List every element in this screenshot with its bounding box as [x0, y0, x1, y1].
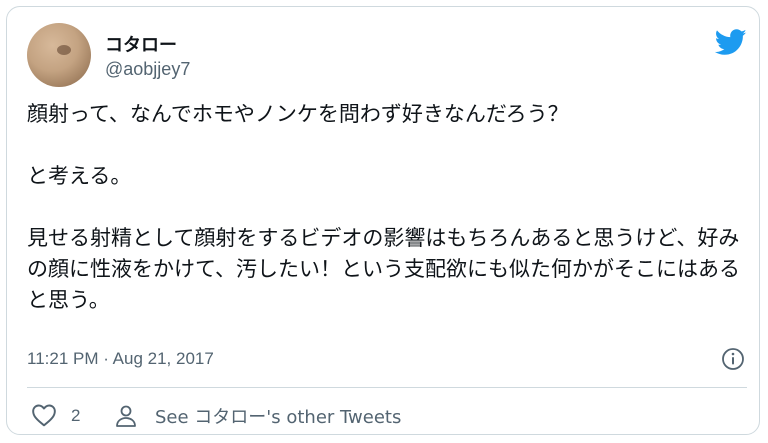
avatar-navel-shade — [57, 45, 71, 55]
avatar[interactable] — [27, 23, 91, 87]
tweet-text: 顔射って、なんでホモやノンケを問わず好きなんだろう？ と考える。 見せる射精とし… — [27, 99, 747, 316]
info-icon[interactable] — [721, 347, 745, 371]
tweet-card: コタロー @aobjjey7 顔射って、なんでホモやノンケを問わず好きなんだろう… — [6, 6, 760, 435]
divider — [27, 387, 747, 388]
heart-icon[interactable] — [31, 403, 57, 427]
tweet-paragraph-1: 顔射って、なんでホモやノンケを問わず好きなんだろう？ — [27, 102, 569, 126]
author-display-name[interactable]: コタロー — [105, 31, 177, 57]
tweet-paragraph-3: 見せる射精として顔射をするビデオの影響はもちろんあると思うけど、好みの顔に性液を… — [27, 226, 740, 312]
see-other-tweets-link[interactable]: See コタロー's other Tweets — [115, 402, 401, 430]
twitter-bird-icon[interactable] — [715, 29, 747, 56]
person-icon — [116, 405, 136, 427]
see-other-tweets-label[interactable]: See コタロー's other Tweets — [155, 403, 401, 429]
tweet-paragraph-2: と考える。 — [27, 164, 132, 188]
author-handle[interactable]: @aobjjey7 — [105, 59, 190, 80]
like-count[interactable]: 2 — [71, 406, 80, 426]
tweet-timestamp[interactable]: 11:21 PM · Aug 21, 2017 — [27, 349, 214, 369]
